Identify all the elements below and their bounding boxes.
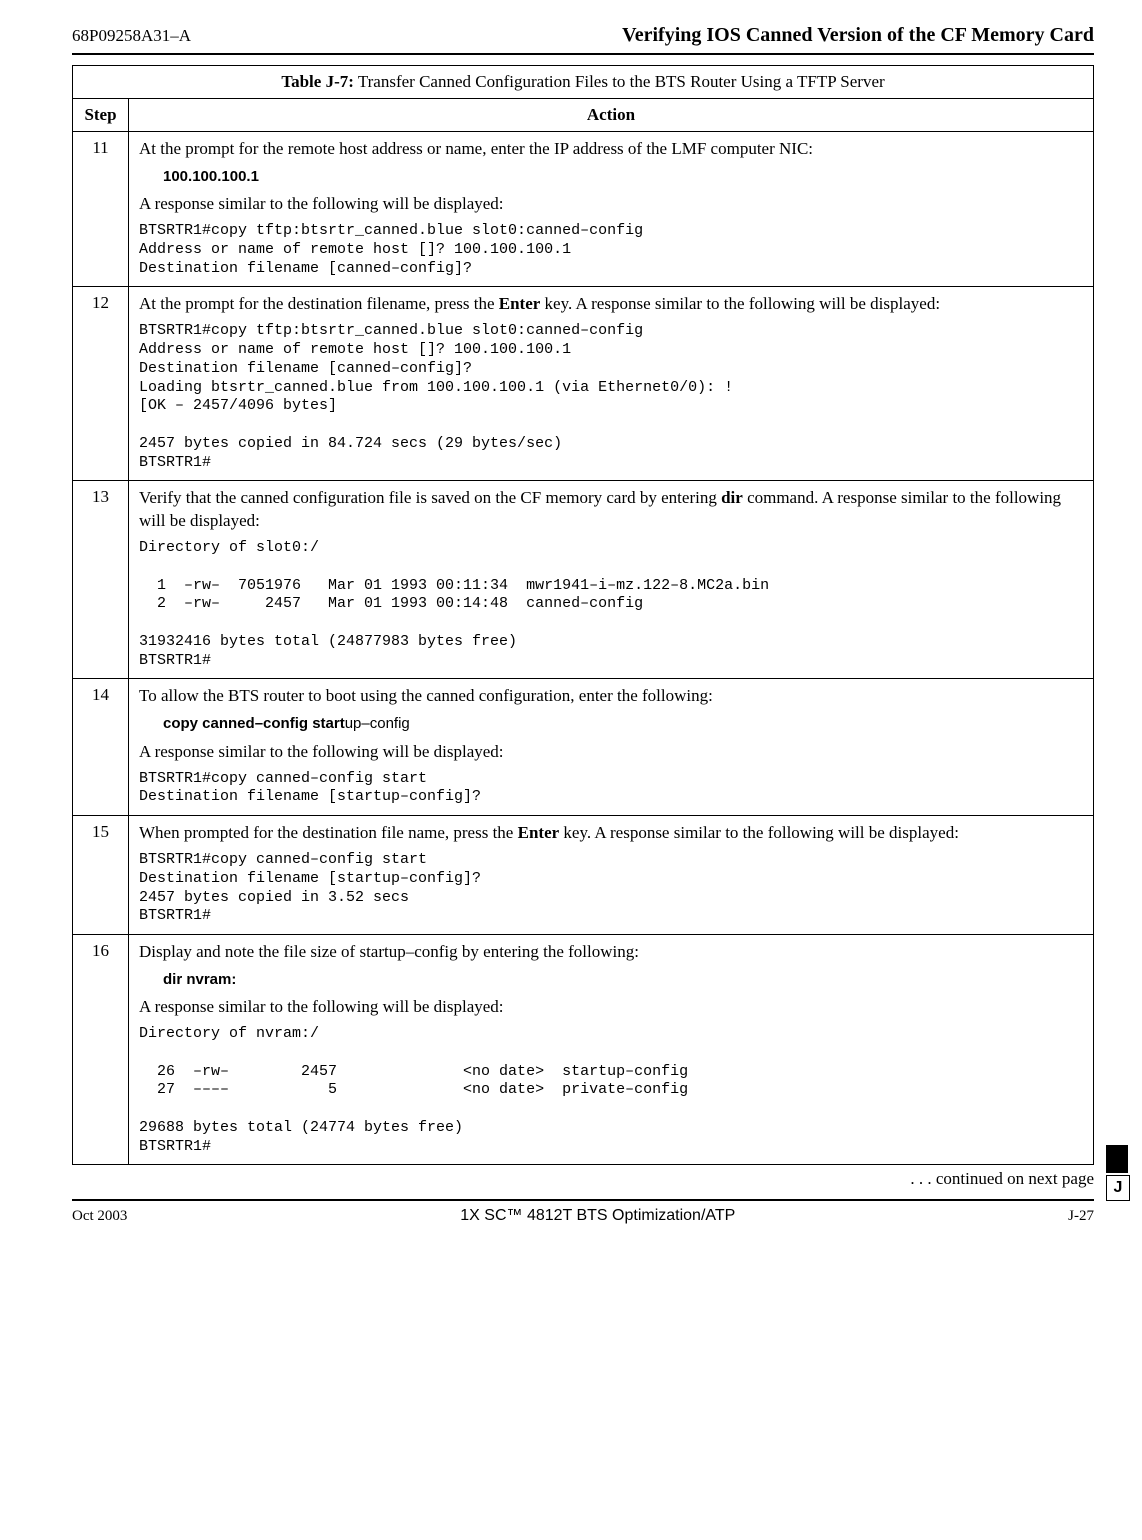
step-number: 16 xyxy=(73,935,129,1165)
footer-title: 1X SC™ 4812T BTS Optimization/ATP xyxy=(460,1207,735,1225)
terminal-output: Directory of slot0:/ 1 –rw– 7051976 Mar … xyxy=(139,539,1083,670)
page-header: 68P09258A31–A Verifying IOS Canned Versi… xyxy=(72,24,1094,55)
step-number: 15 xyxy=(73,816,129,935)
page-title: Verifying IOS Canned Version of the CF M… xyxy=(622,24,1094,47)
command-text: dir nvram: xyxy=(163,970,1083,990)
text-run: Verify that the canned configuration fil… xyxy=(139,488,721,507)
table-row: 11 At the prompt for the remote host add… xyxy=(73,132,1094,287)
action-cell: To allow the BTS router to boot using th… xyxy=(129,679,1094,816)
step-number: 11 xyxy=(73,132,129,287)
command-name: dir xyxy=(721,488,743,507)
terminal-output: BTSRTR1#copy tftp:btsrtr_canned.blue slo… xyxy=(139,222,1083,278)
command-text: copy canned–config startup–config xyxy=(163,714,1083,734)
col-step: Step xyxy=(73,99,129,132)
procedure-table: Table J-7: Transfer Canned Configuration… xyxy=(72,65,1094,1165)
text-run: key. A response similar to the following… xyxy=(540,294,940,313)
text-run: up–config xyxy=(345,715,410,732)
action-cell: At the prompt for the remote host addres… xyxy=(129,132,1094,287)
text-run: At the prompt for the destination filena… xyxy=(139,294,499,313)
table-row: 12 At the prompt for the destination fil… xyxy=(73,287,1094,481)
action-cell: At the prompt for the destination filena… xyxy=(129,287,1094,481)
table-label: Table J-7: xyxy=(281,72,354,91)
terminal-output: BTSRTR1#copy tftp:btsrtr_canned.blue slo… xyxy=(139,322,1083,472)
body-text: When prompted for the destination file n… xyxy=(139,822,1083,845)
key-name: Enter xyxy=(518,823,560,842)
action-cell: Verify that the canned configuration fil… xyxy=(129,481,1094,679)
text-run: When prompted for the destination file n… xyxy=(139,823,518,842)
thumb-bar xyxy=(1106,1145,1128,1173)
table-caption-text: Transfer Canned Configuration Files to t… xyxy=(358,72,885,91)
body-text: At the prompt for the destination filena… xyxy=(139,293,1083,316)
step-number: 14 xyxy=(73,679,129,816)
body-text: Display and note the file size of startu… xyxy=(139,941,1083,964)
doc-id: 68P09258A31–A xyxy=(72,26,191,46)
table-caption: Table J-7: Transfer Canned Configuration… xyxy=(73,66,1094,99)
table-row: 16 Display and note the file size of sta… xyxy=(73,935,1094,1165)
text-run: copy canned–config start xyxy=(163,715,345,732)
table-row: 14 To allow the BTS router to boot using… xyxy=(73,679,1094,816)
terminal-output: Directory of nvram:/ 26 –rw– 2457 <no da… xyxy=(139,1025,1083,1156)
thumb-tab: J xyxy=(1106,1145,1130,1201)
thumb-letter: J xyxy=(1106,1175,1130,1201)
continued-label: . . . continued on next page xyxy=(72,1169,1094,1189)
action-cell: Display and note the file size of startu… xyxy=(129,935,1094,1165)
footer-page: J-27 xyxy=(1068,1208,1094,1225)
step-number: 12 xyxy=(73,287,129,481)
col-action: Action xyxy=(129,99,1094,132)
page-footer: Oct 2003 1X SC™ 4812T BTS Optimization/A… xyxy=(72,1199,1094,1225)
table-row: 15 When prompted for the destination fil… xyxy=(73,816,1094,935)
body-text: At the prompt for the remote host addres… xyxy=(139,138,1083,161)
terminal-output: BTSRTR1#copy canned–config start Destina… xyxy=(139,770,1083,808)
table-row: 13 Verify that the canned configuration … xyxy=(73,481,1094,679)
key-name: Enter xyxy=(499,294,541,313)
terminal-output: BTSRTR1#copy canned–config start Destina… xyxy=(139,851,1083,926)
body-text: A response similar to the following will… xyxy=(139,741,1083,764)
footer-date: Oct 2003 xyxy=(72,1208,127,1225)
text-run: key. A response similar to the following… xyxy=(559,823,959,842)
body-text: A response similar to the following will… xyxy=(139,193,1083,216)
body-text: To allow the BTS router to boot using th… xyxy=(139,685,1083,708)
body-text: A response similar to the following will… xyxy=(139,996,1083,1019)
body-text: Verify that the canned configuration fil… xyxy=(139,487,1083,533)
action-cell: When prompted for the destination file n… xyxy=(129,816,1094,935)
command-text: 100.100.100.1 xyxy=(163,167,1083,187)
step-number: 13 xyxy=(73,481,129,679)
